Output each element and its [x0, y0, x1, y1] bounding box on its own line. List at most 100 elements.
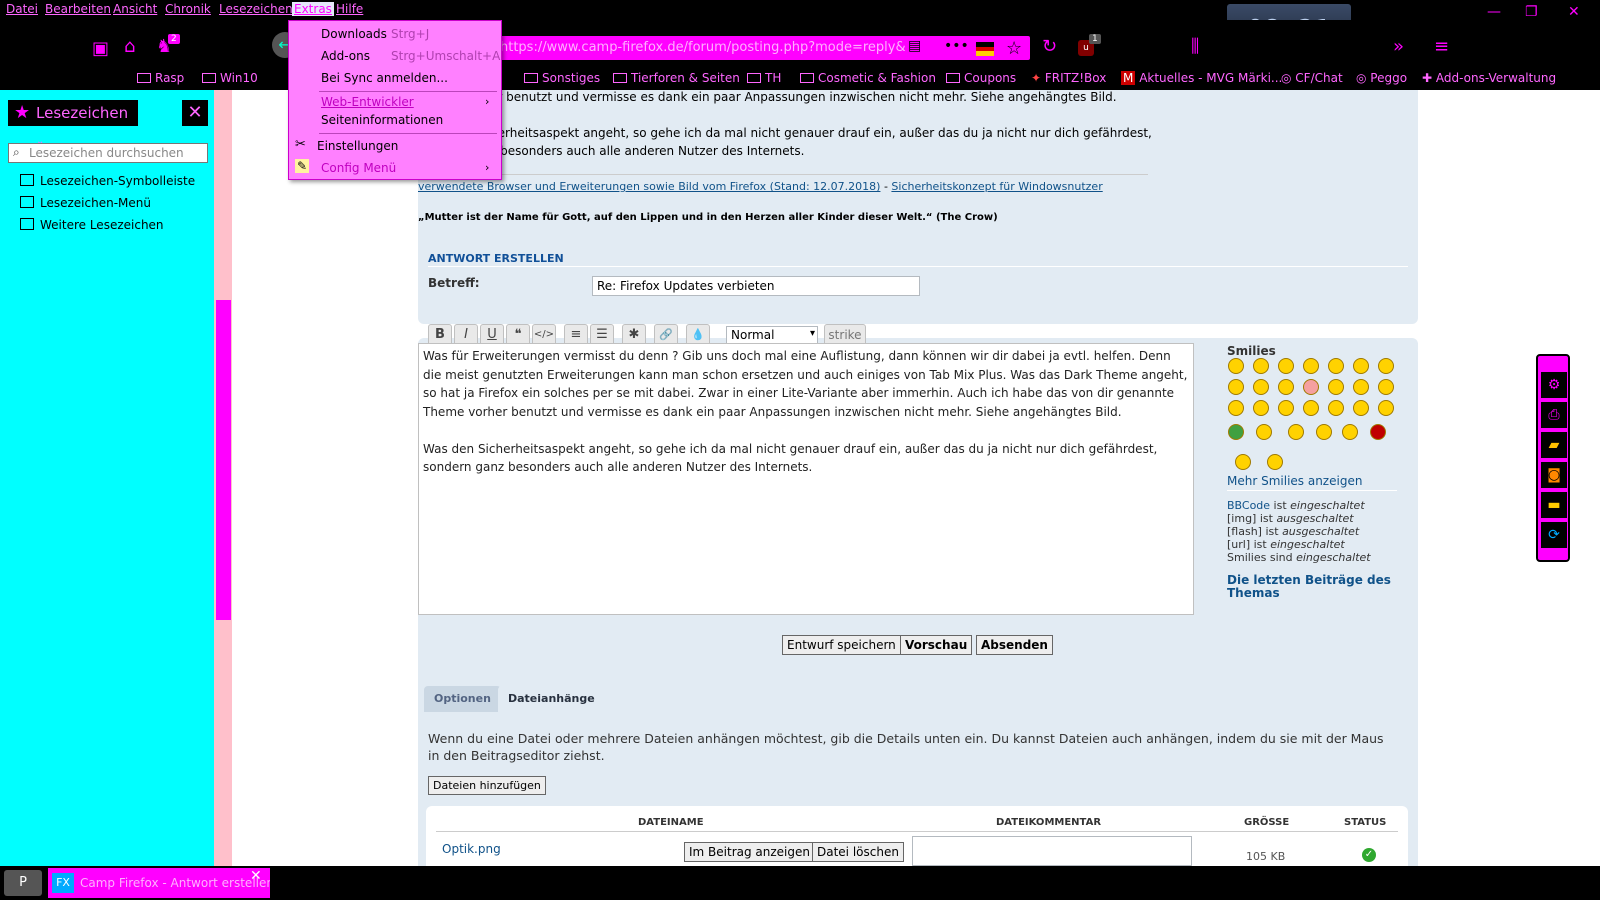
- show-in-post-button[interactable]: Im Beitrag anzeigen: [684, 842, 815, 862]
- smiley-icon[interactable]: [1303, 400, 1319, 416]
- minimize-icon[interactable]: —: [1487, 4, 1501, 20]
- note-icon[interactable]: ▬: [1541, 492, 1567, 518]
- bookmark-folder[interactable]: Cosmetic & Fashion: [800, 71, 936, 85]
- smiley-icon[interactable]: [1303, 358, 1319, 374]
- flag-de-icon[interactable]: [976, 42, 994, 56]
- print-icon[interactable]: ⎙: [1541, 402, 1567, 428]
- save-draft-button[interactable]: Entwurf speichern: [782, 635, 901, 655]
- submit-button[interactable]: Absenden: [976, 635, 1053, 655]
- menu-hilfe[interactable]: Hilfe: [336, 2, 363, 16]
- smiley-icon[interactable]: [1353, 358, 1369, 374]
- editor-text[interactable]: Was für Erweiterungen vermisst du denn ?…: [423, 347, 1189, 477]
- smiley-icon[interactable]: [1278, 358, 1294, 374]
- menu-item-downloads[interactable]: Downloads Strg+J: [321, 27, 429, 41]
- menu-datei[interactable]: Datei: [6, 2, 38, 16]
- bookmark-link[interactable]: ◎ Peggo: [1356, 71, 1407, 85]
- bookmark-folder[interactable]: TH: [747, 71, 781, 85]
- smiley-icon[interactable]: [1378, 400, 1394, 416]
- star-icon[interactable]: ☆: [1006, 38, 1022, 59]
- smiley-icon[interactable]: [1288, 424, 1304, 440]
- taskbar-app-firefox[interactable]: FX Camp Firefox - Antwort erstellen: [48, 868, 270, 898]
- menu-item-sync[interactable]: Bei Sync anmelden...: [321, 71, 448, 85]
- smiley-icon[interactable]: [1316, 424, 1332, 440]
- menu-item-settings[interactable]: Einstellungen: [317, 139, 398, 153]
- smiley-icon[interactable]: [1253, 400, 1269, 416]
- bookmark-folder[interactable]: Sonstiges: [524, 71, 600, 85]
- smiley-icon[interactable]: [1328, 400, 1344, 416]
- attachment-comment-input[interactable]: [912, 836, 1192, 866]
- bookmark-link[interactable]: ◎ CF/Chat: [1281, 71, 1343, 85]
- url-text[interactable]: https://www.camp-firefox.de/forum/postin…: [500, 40, 906, 55]
- smiley-icon[interactable]: [1328, 379, 1344, 395]
- home-icon[interactable]: ⌂: [124, 36, 135, 57]
- smiley-icon[interactable]: [1378, 379, 1394, 395]
- smiley-icon[interactable]: [1353, 379, 1369, 395]
- reader-icon[interactable]: ▤: [908, 38, 921, 54]
- add-files-button[interactable]: Dateien hinzufügen: [428, 776, 546, 795]
- more-icon[interactable]: •••: [944, 38, 969, 54]
- bookmark-link[interactable]: ✚ Add-ons-Verwaltung: [1422, 71, 1556, 85]
- bbcode-link[interactable]: BBCode: [1227, 499, 1270, 512]
- reload-icon[interactable]: ↻: [1042, 36, 1057, 57]
- close-sidebar-button[interactable]: ✕: [182, 100, 208, 126]
- bookmark-link[interactable]: M Aktuelles - MVG Märki...: [1121, 71, 1282, 85]
- santa-smiley-icon[interactable]: [1267, 454, 1283, 470]
- overflow-icon[interactable]: »: [1393, 36, 1404, 57]
- more-smilies-link[interactable]: Mehr Smilies anzeigen: [1227, 474, 1362, 488]
- smiley-icon[interactable]: [1303, 379, 1319, 395]
- preview-button[interactable]: Vorschau: [900, 635, 973, 655]
- close-window-icon[interactable]: ✕: [1568, 4, 1580, 20]
- smiley-icon[interactable]: [1253, 379, 1269, 395]
- menu-ansicht[interactable]: Ansicht: [113, 2, 157, 16]
- sidebar-switcher[interactable]: ★ Lesezeichen ⌄: [8, 100, 138, 147]
- bookmark-search-input[interactable]: ⌕ Lesezeichen durchsuchen: [8, 143, 208, 163]
- bookmark-folder[interactable]: Tierforen & Seiten: [613, 71, 740, 85]
- smiley-icon[interactable]: [1256, 424, 1272, 440]
- smiley-icon[interactable]: [1228, 400, 1244, 416]
- smiley-icon[interactable]: [1278, 379, 1294, 395]
- smiley-icon[interactable]: [1253, 358, 1269, 374]
- bookmark-link[interactable]: ✦ FRITZ!Box: [1031, 71, 1106, 85]
- start-button[interactable]: P: [4, 870, 42, 896]
- smiley-icon[interactable]: [1342, 424, 1358, 440]
- menu-extras[interactable]: Extras: [292, 2, 334, 16]
- bookmark-folder[interactable]: Win10: [202, 71, 258, 85]
- smiley-icon[interactable]: [1228, 358, 1244, 374]
- menu-chronik[interactable]: Chronik: [165, 2, 211, 16]
- signature-link-browser[interactable]: verwendete Browser und Erweiterungen sow…: [418, 180, 880, 193]
- menu-item-addons[interactable]: Add-ons Strg+Umschalt+A: [321, 49, 500, 63]
- sidebar-item-menu[interactable]: Lesezeichen-Menü: [10, 196, 151, 210]
- screenshot-icon[interactable]: ◙: [1541, 462, 1567, 488]
- menu-item-config[interactable]: Config Menü: [321, 161, 396, 175]
- last-posts-link[interactable]: Die letzten Beiträge des Themas: [1227, 574, 1397, 600]
- menu-item-web-developer[interactable]: Web-Entwickler: [321, 95, 414, 109]
- menu-lesezeichen[interactable]: Lesezeichen: [219, 2, 293, 16]
- smiley-icon[interactable]: [1228, 424, 1244, 440]
- library-icon[interactable]: ⫼: [1191, 36, 1199, 57]
- menu-bearbeiten[interactable]: Bearbeiten: [45, 2, 111, 16]
- menu-item-page-info[interactable]: Seiteninformationen: [321, 113, 443, 127]
- close-icon[interactable]: ✕: [250, 868, 262, 884]
- attachment-filename[interactable]: Optik.png: [442, 842, 501, 856]
- signature-link-security[interactable]: Sicherheitskonzept für Windowsnutzer: [891, 180, 1102, 193]
- smiley-icon[interactable]: [1353, 400, 1369, 416]
- maximize-icon[interactable]: ❐: [1525, 4, 1538, 20]
- smiley-icon[interactable]: [1378, 358, 1394, 374]
- gear-icon[interactable]: ⚙: [1541, 372, 1567, 398]
- subject-input[interactable]: Re: Firefox Updates verbieten: [592, 276, 920, 296]
- smiley-icon[interactable]: [1228, 379, 1244, 395]
- smiley-icon[interactable]: [1328, 358, 1344, 374]
- tab-options[interactable]: Optionen: [424, 686, 501, 712]
- folder-icon[interactable]: ▰: [1541, 432, 1567, 458]
- scrollbar-thumb[interactable]: [216, 300, 231, 620]
- delete-file-button[interactable]: Datei löschen: [812, 842, 904, 862]
- url-bar[interactable]: https://www.camp-firefox.de/forum/postin…: [496, 36, 1030, 60]
- sidebar-item-toolbar[interactable]: Lesezeichen-Symbolleiste: [10, 174, 195, 188]
- message-editor[interactable]: Was für Erweiterungen vermisst du denn ?…: [418, 343, 1194, 615]
- hamburger-icon[interactable]: ≡: [1434, 36, 1449, 57]
- smiley-icon[interactable]: [1370, 424, 1386, 440]
- bookmark-folder[interactable]: Rasp: [137, 71, 184, 85]
- smiley-icon[interactable]: [1278, 400, 1294, 416]
- sync-icon[interactable]: ⟳: [1541, 522, 1567, 548]
- new-window-icon[interactable]: ▣: [92, 38, 109, 59]
